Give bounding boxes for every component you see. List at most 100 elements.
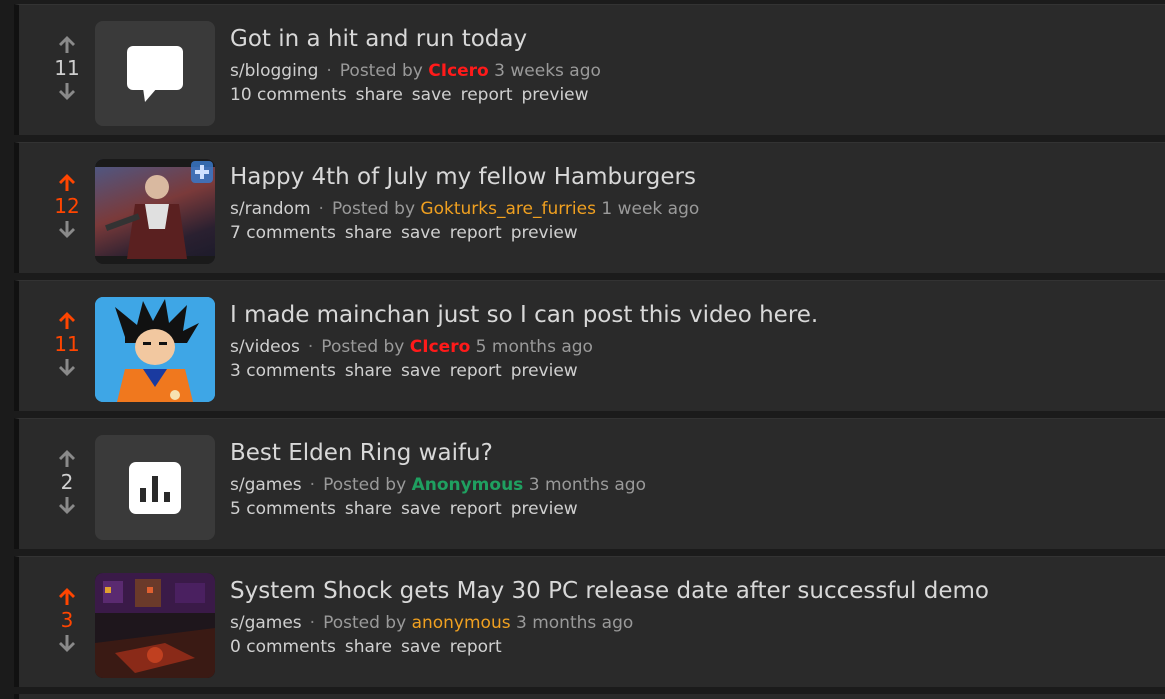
post-actions: 7 comments share save report preview xyxy=(230,221,1155,245)
share-link[interactable]: share xyxy=(345,361,392,381)
post-meta: s/games · Posted by anonymous 3 months ago xyxy=(230,611,1155,635)
link-thumbnail[interactable] xyxy=(95,573,215,678)
post-actions: 5 comments share save report preview xyxy=(230,497,1155,521)
downvote-arrow-icon[interactable] xyxy=(55,495,79,517)
report-link[interactable]: report xyxy=(461,85,513,105)
post-card: 11 Got in a hit and run today s/blogging… xyxy=(14,4,1165,135)
share-link[interactable]: share xyxy=(356,85,403,105)
vote-controls: 12 xyxy=(47,171,87,251)
save-link[interactable]: save xyxy=(401,499,441,519)
post-actions: 0 comments share save report xyxy=(230,635,1155,659)
post-time: 1 week ago xyxy=(601,199,700,219)
post-actions: 3 comments share save report preview xyxy=(230,359,1155,383)
downvote-arrow-icon[interactable] xyxy=(55,219,79,241)
subreddit-link[interactable]: s/random xyxy=(230,199,311,219)
post-content: I made mainchan just so I can post this … xyxy=(230,299,1155,383)
save-link[interactable]: save xyxy=(401,637,441,657)
posted-by-label: Posted by xyxy=(323,475,407,495)
posted-by-label: Posted by xyxy=(331,199,416,219)
post-card: 12 Happy 4th of July my fellow Hamburger… xyxy=(14,142,1165,273)
report-link[interactable]: report xyxy=(450,361,502,381)
share-link[interactable]: share xyxy=(345,499,392,519)
share-link[interactable]: share xyxy=(345,223,392,243)
post-title[interactable]: I made mainchan just so I can post this … xyxy=(230,299,1155,331)
preview-link[interactable]: preview xyxy=(522,85,589,105)
post-feed: 11 Got in a hit and run today s/blogging… xyxy=(0,0,1165,699)
comments-link[interactable]: 7 comments xyxy=(230,223,336,243)
post-title[interactable]: Got in a hit and run today xyxy=(230,23,1155,55)
report-link[interactable]: report xyxy=(450,223,502,243)
preview-link[interactable]: preview xyxy=(511,361,578,381)
author-link[interactable]: CIcero xyxy=(428,61,488,81)
comments-link[interactable]: 5 comments xyxy=(230,499,336,519)
report-link[interactable]: report xyxy=(450,499,502,519)
upvote-arrow-icon[interactable] xyxy=(55,447,79,469)
post-title[interactable]: Happy 4th of July my fellow Hamburgers xyxy=(230,161,1155,193)
subreddit-link[interactable]: s/videos xyxy=(230,337,300,357)
post-score: 2 xyxy=(60,470,74,494)
save-link[interactable]: save xyxy=(401,223,441,243)
post-content: System Shock gets May 30 PC release date… xyxy=(230,575,1155,659)
posted-by-label: Posted by xyxy=(321,337,405,357)
post-meta: s/games · Posted by Anonymous 3 months ago xyxy=(230,473,1155,497)
report-link[interactable]: report xyxy=(450,637,502,657)
post-time: 3 weeks ago xyxy=(494,61,601,81)
subreddit-link[interactable]: s/games xyxy=(230,613,302,633)
post-title[interactable]: System Shock gets May 30 PC release date… xyxy=(230,575,1155,607)
post-score: 11 xyxy=(54,332,80,356)
comments-link[interactable]: 0 comments xyxy=(230,637,336,657)
post-content: Got in a hit and run today s/blogging · Po… xyxy=(230,23,1155,107)
upvote-arrow-icon[interactable] xyxy=(55,171,79,193)
comments-link[interactable]: 3 comments xyxy=(230,361,336,381)
downvote-arrow-icon[interactable] xyxy=(55,357,79,379)
post-actions: 10 comments share save report preview xyxy=(230,83,1155,107)
post-score: 3 xyxy=(60,608,74,632)
post-score: 11 xyxy=(54,56,80,80)
separator-dot: · xyxy=(309,475,316,495)
post-meta: s/blogging · Posted by CIcero 3 weeks ago xyxy=(230,59,1155,83)
post-time: 5 months ago xyxy=(475,337,593,357)
post-time: 3 months ago xyxy=(528,475,646,495)
subreddit-link[interactable]: s/games xyxy=(230,475,302,495)
separator-dot: · xyxy=(318,199,324,219)
separator-dot: · xyxy=(309,613,316,633)
comments-link[interactable]: 10 comments xyxy=(230,85,347,105)
posted-by-label: Posted by xyxy=(339,61,423,81)
separator-dot: · xyxy=(326,61,332,81)
next-post-edge xyxy=(14,694,1165,699)
author-link[interactable]: Anonymous xyxy=(412,475,524,495)
upvote-arrow-icon[interactable] xyxy=(55,585,79,607)
text-post-icon[interactable] xyxy=(95,21,215,126)
post-meta: s/random · Posted by Gokturks_are_furries … xyxy=(230,197,1155,221)
save-link[interactable]: save xyxy=(401,361,441,381)
separator-dot: · xyxy=(307,337,314,357)
save-link[interactable]: save xyxy=(412,85,452,105)
author-link[interactable]: anonymous xyxy=(412,613,511,633)
post-title[interactable]: Best Elden Ring waifu? xyxy=(230,437,1155,469)
post-meta: s/videos · Posted by CIcero 5 months ago xyxy=(230,335,1155,359)
post-time: 3 months ago xyxy=(516,613,634,633)
vote-controls: 2 xyxy=(47,447,87,527)
post-card: 11 I made mainchan just so I can post th… xyxy=(14,280,1165,411)
downvote-arrow-icon[interactable] xyxy=(55,81,79,103)
preview-link[interactable]: preview xyxy=(511,223,578,243)
subreddit-link[interactable]: s/blogging xyxy=(230,61,318,81)
post-content: Happy 4th of July my fellow Hamburgers s… xyxy=(230,161,1155,245)
preview-link[interactable]: preview xyxy=(511,499,578,519)
upvote-arrow-icon[interactable] xyxy=(55,309,79,331)
author-link[interactable]: Gokturks_are_furries xyxy=(420,199,596,219)
post-content: Best Elden Ring waifu? s/games · Posted by… xyxy=(230,437,1155,521)
vote-controls: 3 xyxy=(47,585,87,665)
upvote-arrow-icon[interactable] xyxy=(55,33,79,55)
vote-controls: 11 xyxy=(47,33,87,113)
downvote-arrow-icon[interactable] xyxy=(55,633,79,655)
share-link[interactable]: share xyxy=(345,637,392,657)
image-thumbnail[interactable] xyxy=(95,159,215,264)
post-card: 3 System Shock gets May 30 PC release da… xyxy=(14,556,1165,687)
post-card: 2 Best Elden Ring waifu? s/games · Posted … xyxy=(14,418,1165,549)
video-thumbnail[interactable] xyxy=(95,297,215,402)
post-score: 12 xyxy=(54,194,80,218)
poll-icon[interactable] xyxy=(95,435,215,540)
author-link[interactable]: CIcero xyxy=(410,337,470,357)
posted-by-label: Posted by xyxy=(323,613,407,633)
